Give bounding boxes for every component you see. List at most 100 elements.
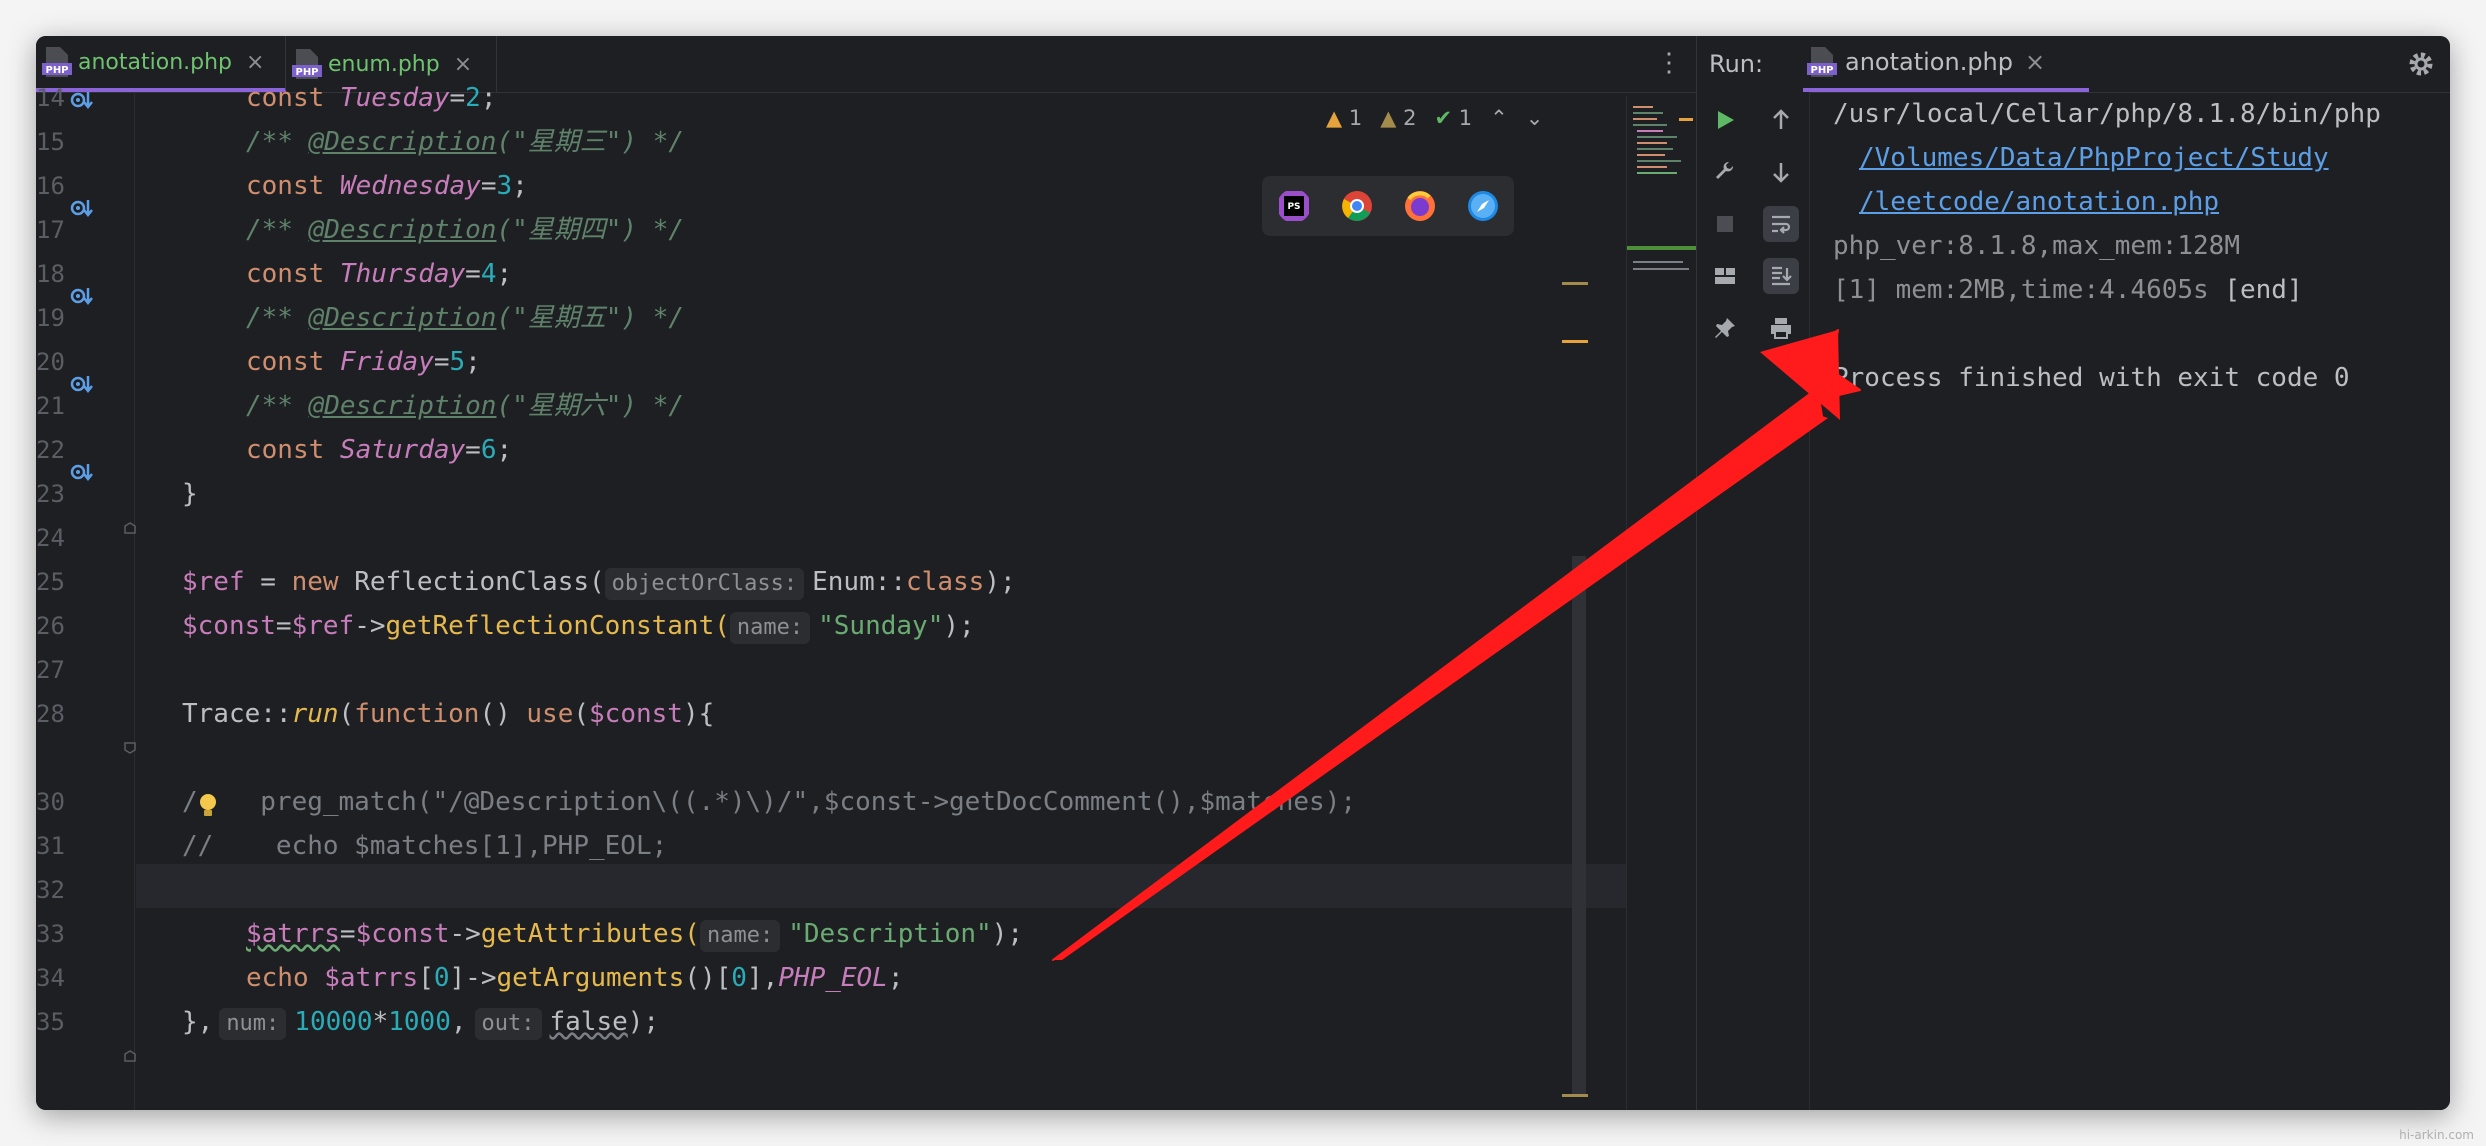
code-line-26: $const=$ref->getReflectionConstant(name:… (182, 604, 975, 648)
param-hint: out: (474, 1008, 542, 1040)
tab-label: enum.php (328, 51, 440, 77)
param-hint: name: (699, 920, 781, 952)
close-icon[interactable]: × (2025, 48, 2045, 76)
warning-marker[interactable] (1562, 282, 1588, 285)
implements-icon[interactable] (68, 284, 94, 310)
svg-text:PHP: PHP (45, 65, 68, 76)
code-line-22: const Saturday=6; (246, 435, 513, 465)
implements-icon[interactable] (68, 372, 94, 398)
stop-icon (1717, 216, 1733, 232)
code-line-17: /** @Description("星期四") */ (246, 215, 685, 245)
run-label: Run: (1709, 50, 1764, 78)
code-line-31: // echo $matches[1],PHP_EOL; (182, 831, 668, 861)
svg-text:PS: PS (1287, 202, 1300, 212)
warning-marker[interactable] (1562, 1094, 1588, 1097)
line-number: 34 (36, 964, 65, 992)
line-number: 30 (36, 788, 65, 816)
line-number: 28 (36, 700, 65, 728)
line-number: 23 (36, 480, 65, 508)
line-number: 33 (36, 920, 65, 948)
code-line-28: Trace::run(function() use($const){ (182, 699, 715, 729)
console-line: [1] mem:2MB,time:4.4605s [end] (1833, 275, 2303, 305)
pin-button[interactable] (1707, 310, 1743, 346)
settings-button[interactable] (1707, 154, 1743, 190)
firefox-icon[interactable] (1403, 189, 1437, 223)
rerun-button[interactable] (1707, 102, 1743, 138)
stop-button[interactable] (1707, 206, 1743, 242)
php-run-icon: PHP (1807, 47, 1837, 77)
warning-marker[interactable] (1562, 340, 1588, 343)
console-output[interactable]: /usr/local/Cellar/php/8.1.8/bin/php /Vol… (1833, 92, 2433, 1092)
code-line-33: $atrrs=$const->getAttributes(name: "Descr… (246, 912, 1023, 956)
open-in-browser-bar: PS (1262, 176, 1514, 236)
arrow-up-icon (1773, 109, 1789, 129)
console-file-link[interactable]: /Volumes/Data/PhpProject/Study (1859, 136, 2329, 180)
phpstorm-icon[interactable]: PS (1277, 189, 1311, 223)
weak-warning-count[interactable]: ▲ 2 (1380, 106, 1416, 130)
code-line-35: }, num: 10000*1000, out: false); (182, 1000, 659, 1044)
scroll-down-button[interactable] (1763, 154, 1799, 190)
code-area[interactable]: const Tuesday=2; /** @Description("星期三")… (146, 83, 1626, 1110)
line-number: 15 (36, 128, 65, 156)
gear-icon[interactable] (2407, 50, 2435, 78)
layout-icon (1715, 268, 1735, 284)
line-number: 24 (36, 524, 65, 552)
implements-icon[interactable] (68, 196, 94, 222)
close-icon[interactable]: × (454, 52, 472, 77)
printer-icon (1771, 318, 1791, 339)
watermark: hi-arkin.com (2399, 1128, 2474, 1142)
chevron-up-icon[interactable]: ⌃ (1490, 106, 1508, 130)
inspections-widget[interactable]: ▲ 1 ▲ 2 ✔ 1 ⌃ ⌄ (1326, 106, 1543, 130)
arrow-down-icon (1773, 163, 1789, 183)
line-number: 35 (36, 1008, 65, 1036)
editor-scrollbar[interactable] (1572, 556, 1586, 1096)
check-icon: ✔ (1434, 106, 1453, 130)
code-line-25: $ref = new ReflectionClass(objectOrClass… (182, 560, 1016, 604)
chevron-down-icon[interactable]: ⌄ (1526, 106, 1544, 130)
warning-count[interactable]: ▲ 1 (1326, 106, 1362, 130)
param-hint: objectOrClass: (604, 568, 805, 600)
param-hint: num: (219, 1008, 287, 1040)
scroll-to-end-icon (1772, 266, 1792, 286)
line-number: 25 (36, 568, 65, 596)
run-actions-column (1697, 92, 1754, 1110)
weak-warning-icon: ▲ (1380, 106, 1397, 130)
code-line-14: const Tuesday=2; (246, 83, 497, 113)
run-toolbar: Run: PHP anotation.php × (1697, 36, 2450, 93)
code-editor[interactable]: PHP anotation.php × PHP enum.php × ⋮ 14 1… (36, 36, 1697, 1110)
php-file-icon: PHP (42, 47, 72, 77)
fold-icon[interactable] (124, 1050, 136, 1062)
chrome-icon[interactable] (1340, 189, 1374, 223)
svg-text:PHP: PHP (1810, 65, 1833, 76)
line-number: 26 (36, 612, 65, 640)
code-line-18: const Thursday=4; (246, 259, 513, 289)
run-tab-anotation[interactable]: PHP anotation.php × (1803, 36, 2089, 92)
code-line-19: /** @Description("星期五") */ (246, 303, 685, 333)
pin-icon (1715, 318, 1735, 338)
code-line-21: /** @Description("星期六") */ (246, 391, 685, 421)
code-line-16: const Wednesday=3; (246, 171, 528, 201)
implements-icon[interactable] (68, 460, 94, 486)
implements-icon[interactable] (68, 88, 94, 114)
lightbulb-icon[interactable] (196, 792, 220, 820)
more-icon[interactable]: ⋮ (1656, 50, 1682, 76)
minimap[interactable] (1626, 96, 1697, 1110)
fold-icon[interactable] (124, 522, 136, 534)
scroll-up-button[interactable] (1763, 102, 1799, 138)
fold-icon[interactable] (124, 742, 136, 754)
line-number: 19 (36, 304, 65, 332)
run-tool-window: Run: PHP anotation.php × /usr/local/Cell… (1696, 36, 2450, 1110)
param-hint: name: (729, 612, 811, 644)
line-number: 16 (36, 172, 65, 200)
console-exit-line: Process finished with exit code 0 (1833, 363, 2350, 393)
console-file-link[interactable]: /leetcode/anotation.php (1859, 180, 2219, 224)
print-button[interactable] (1763, 310, 1799, 346)
console-line: php_ver:8.1.8,max_mem:128M (1833, 231, 2240, 261)
close-icon[interactable]: × (246, 50, 264, 75)
layout-button[interactable] (1707, 258, 1743, 294)
scroll-to-end-button[interactable] (1763, 258, 1799, 294)
safari-icon[interactable] (1466, 189, 1500, 223)
soft-wrap-button[interactable] (1763, 206, 1799, 242)
line-number: 14 (36, 84, 65, 112)
typo-count[interactable]: ✔ 1 (1434, 106, 1472, 130)
